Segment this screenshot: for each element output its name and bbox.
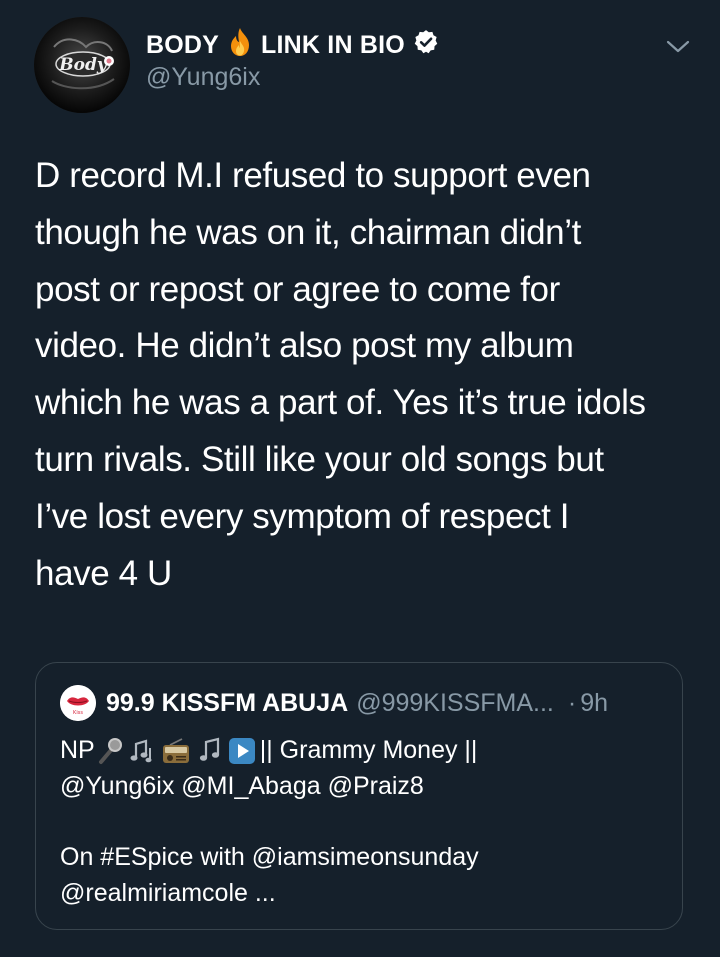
- quoted-line-1-suffix: || Grammy Money ||: [259, 736, 478, 764]
- quoted-line-2: @Yung6ix @MI_Abaga @Praiz8: [60, 771, 424, 800]
- quoted-line-4: @realmiriamcole ...: [60, 878, 276, 907]
- display-name-left: BODY: [146, 30, 220, 59]
- tweet-text: D record M.I refused to support even tho…: [35, 156, 646, 593]
- play-button-icon: [228, 737, 255, 764]
- quoted-tweet-header: Kiss 99.9 KISSFM ABUJA @999KISSFMA... · …: [60, 685, 608, 721]
- quoted-line-1-prefix: NP: [60, 736, 95, 764]
- quoted-handle[interactable]: @999KISSFMA...: [356, 689, 554, 718]
- kissfm-logo-icon: Kiss: [60, 685, 96, 721]
- separator-dot: ·: [567, 688, 577, 717]
- display-name-right: LINK IN BIO: [261, 30, 405, 59]
- quoted-timestamp[interactable]: 9h: [580, 689, 608, 718]
- verified-badge-icon: [413, 29, 439, 62]
- author-display-name[interactable]: BODY LINK IN BIO: [146, 27, 439, 64]
- body-logo-icon: Body: [34, 17, 130, 113]
- quoted-line-3: On #ESpice with @iamsimeonsunday: [60, 843, 479, 871]
- tweet: Body BODY LINK IN BIO @Yung6ix D record …: [0, 0, 720, 957]
- quoted-line-1: NP || Grammy Money ||: [60, 733, 660, 769]
- svg-text:Body: Body: [58, 55, 108, 75]
- chevron-down-icon[interactable]: [665, 36, 691, 56]
- quoted-display-name[interactable]: 99.9 KISSFM ABUJA: [106, 689, 348, 718]
- quoted-blank-line: [60, 804, 660, 840]
- musical-notes-icon: [130, 739, 152, 763]
- author-handle[interactable]: @Yung6ix: [146, 63, 439, 92]
- quoted-avatar: Kiss: [60, 685, 96, 721]
- music-note-icon: [199, 737, 219, 761]
- radio-icon: [162, 737, 189, 763]
- quoted-tweet-card[interactable]: Kiss 99.9 KISSFM ABUJA @999KISSFMA... · …: [35, 662, 683, 930]
- author-avatar[interactable]: Body: [34, 17, 130, 113]
- microphone-icon: [98, 737, 122, 764]
- author-names: BODY LINK IN BIO @Yung6ix: [146, 27, 439, 92]
- quoted-tweet-text: NP || Grammy Money || @Yung6ix @MI_Abaga…: [60, 733, 660, 911]
- svg-text:Kiss: Kiss: [73, 710, 83, 716]
- fire-icon: [227, 27, 253, 64]
